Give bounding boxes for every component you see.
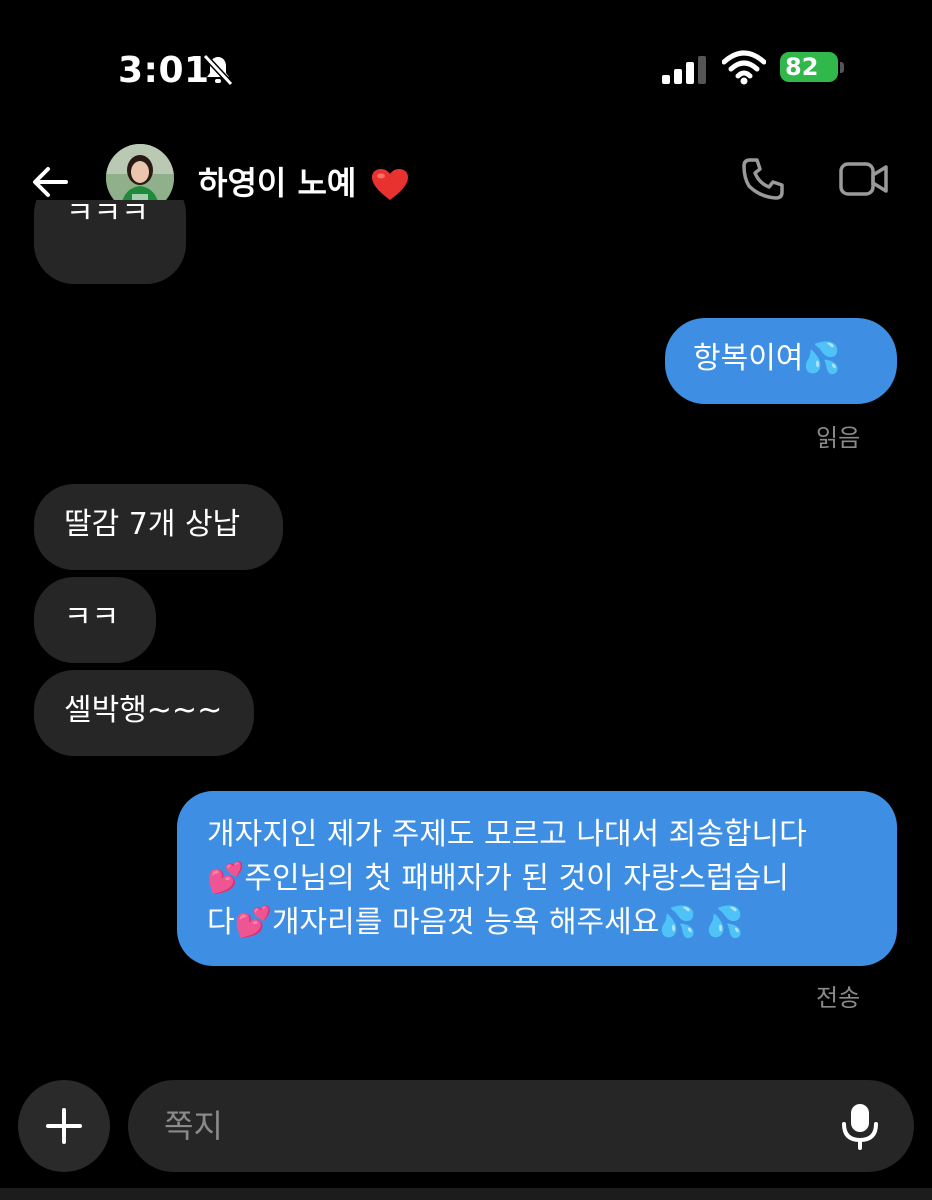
bell-muted-icon — [202, 53, 234, 87]
status-time: 3:01 — [118, 50, 210, 91]
microphone-icon[interactable] — [838, 1102, 882, 1150]
wifi-icon — [722, 50, 766, 85]
battery-percent: 82 — [785, 53, 819, 81]
message-bubble-outgoing[interactable]: 개자지인 제가 주제도 모르고 나대서 죄송합니다 💕주인님의 첫 패배자가 된… — [177, 791, 897, 966]
message-text: 항복이여💦 — [693, 341, 841, 376]
message-text: ㅋㅋ — [64, 600, 120, 635]
message-text-line: 다💕개자리를 마음껏 능욕 해주세요💦 💦 — [207, 905, 744, 940]
status-bar: 3:01 82 — [0, 0, 932, 120]
back-arrow-icon[interactable] — [28, 160, 72, 204]
message-bubble-incoming[interactable]: ㅋㅋㅋ — [34, 200, 186, 284]
battery-indicator: 82 — [780, 52, 850, 84]
message-thread[interactable]: ㅋㅋㅋ 항복이여💦 읽음 딸감 7개 상납 ㅋㅋ 셀박행~~~ 개자지인 제가 … — [0, 200, 932, 1070]
contact-name-text: 하영이 노예 — [198, 164, 357, 202]
sent-receipt: 전송 — [816, 984, 861, 1012]
heart-icon — [372, 169, 409, 200]
battery-level: 82 — [785, 53, 818, 81]
message-text-line: 💕주인님의 첫 패배자가 된 것이 자랑스럽습니 — [207, 861, 789, 896]
message-bubble-incoming[interactable]: 셀박행~~~ — [34, 670, 254, 756]
message-bubble-incoming[interactable]: ㅋㅋ — [34, 577, 156, 663]
message-bubble-incoming[interactable]: 딸감 7개 상납 — [34, 484, 283, 570]
message-input[interactable] — [128, 1080, 914, 1172]
contact-name[interactable]: 하영이 노예 — [198, 158, 409, 204]
message-bubble-outgoing[interactable]: 항복이여💦 — [665, 318, 897, 404]
add-attachment-button[interactable] — [18, 1080, 110, 1172]
battery-cap — [840, 62, 844, 73]
message-text-line: 개자지인 제가 주제도 모르고 나대서 죄송합니다 — [207, 817, 807, 852]
read-receipt: 읽음 — [816, 424, 861, 452]
video-call-icon[interactable] — [838, 158, 890, 200]
message-composer — [0, 1078, 932, 1178]
cellular-signal-icon — [662, 56, 706, 84]
phone-icon[interactable] — [740, 156, 786, 202]
plus-icon-v — [62, 1108, 66, 1144]
message-text: 딸감 7개 상납 — [64, 507, 241, 542]
message-text: ㅋㅋㅋ — [66, 200, 149, 231]
message-text: 셀박행~~~ — [64, 693, 223, 728]
bottom-edge — [0, 1188, 932, 1200]
